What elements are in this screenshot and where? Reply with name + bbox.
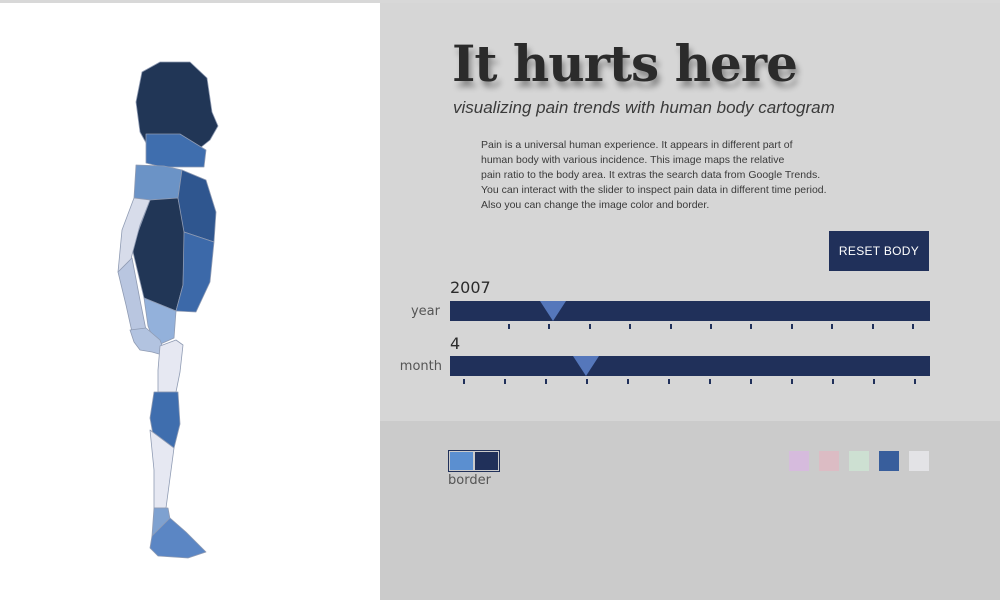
slider-tick bbox=[508, 324, 510, 329]
slider-tick bbox=[709, 379, 711, 384]
slider-tick bbox=[548, 324, 550, 329]
body-cartogram[interactable] bbox=[0, 3, 380, 600]
slider-tick bbox=[627, 379, 629, 384]
slider-tick bbox=[791, 379, 793, 384]
body-part-thigh[interactable] bbox=[157, 339, 184, 393]
color-swatch-pink[interactable] bbox=[819, 451, 839, 471]
body-part-shoulder[interactable] bbox=[133, 164, 183, 201]
slider-tick bbox=[831, 324, 833, 329]
year-slider-thumb[interactable] bbox=[540, 301, 566, 321]
slider-tick bbox=[670, 324, 672, 329]
border-swatch-dark[interactable] bbox=[475, 452, 498, 470]
year-value: 2007 bbox=[450, 278, 491, 297]
slider-tick bbox=[710, 324, 712, 329]
reset-body-button[interactable]: RESET BODY bbox=[829, 231, 929, 271]
description-line: pain ratio to the body area. It extras t… bbox=[481, 169, 821, 181]
month-slider-thumb[interactable] bbox=[573, 356, 599, 376]
slider-tick bbox=[463, 379, 465, 384]
slider-tick bbox=[872, 324, 874, 329]
slider-tick bbox=[914, 379, 916, 384]
year-slider-track[interactable] bbox=[450, 301, 930, 321]
month-value: 4 bbox=[450, 334, 461, 353]
body-cartogram-panel bbox=[0, 3, 380, 600]
description-line: Also you can change the image color and … bbox=[481, 199, 710, 211]
slider-tick bbox=[791, 324, 793, 329]
style-options-panel bbox=[380, 421, 1000, 600]
slider-tick bbox=[832, 379, 834, 384]
color-swatch-blue[interactable] bbox=[879, 451, 899, 471]
description-text: Pain is a universal human experience. It… bbox=[481, 138, 851, 213]
border-toggle[interactable] bbox=[448, 450, 500, 472]
slider-tick bbox=[629, 324, 631, 329]
color-swatch-gray[interactable] bbox=[909, 451, 929, 471]
month-label: month bbox=[399, 359, 442, 374]
description-line: Pain is a universal human experience. It… bbox=[481, 139, 793, 151]
color-swatch-mint[interactable] bbox=[849, 451, 869, 471]
slider-tick bbox=[586, 379, 588, 384]
page-title: It hurts here bbox=[452, 34, 798, 93]
slider-tick bbox=[750, 324, 752, 329]
slider-tick bbox=[545, 379, 547, 384]
month-slider-track[interactable] bbox=[450, 356, 930, 376]
slider-tick bbox=[589, 324, 591, 329]
description-line: human body with various incidence. This … bbox=[481, 154, 785, 166]
body-part-back[interactable] bbox=[177, 169, 217, 243]
year-label: year bbox=[410, 304, 440, 319]
border-swatch-light[interactable] bbox=[450, 452, 473, 470]
slider-tick bbox=[504, 379, 506, 384]
page-subtitle: visualizing pain trends with human body … bbox=[453, 98, 835, 117]
slider-tick bbox=[873, 379, 875, 384]
slider-tick bbox=[750, 379, 752, 384]
description-line: You can interact with the slider to insp… bbox=[481, 184, 827, 196]
border-label: border bbox=[448, 473, 491, 488]
color-swatch-lavender[interactable] bbox=[789, 451, 809, 471]
slider-tick bbox=[912, 324, 914, 329]
slider-tick bbox=[668, 379, 670, 384]
